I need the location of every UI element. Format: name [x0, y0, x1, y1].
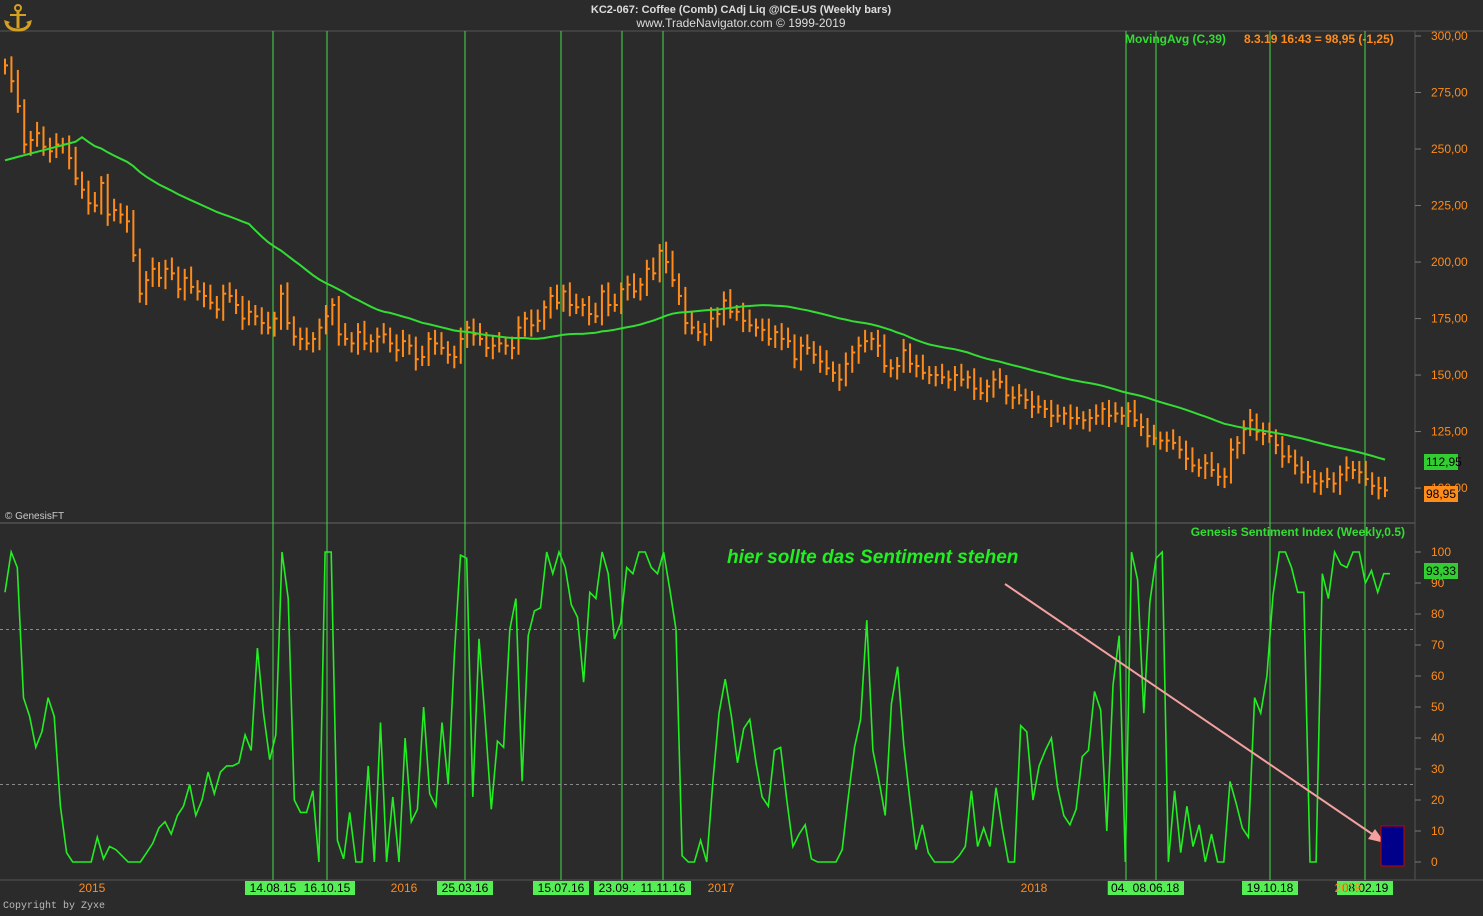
price-value-badge: 98,95: [1426, 487, 1456, 501]
signal-date-label: 16.10.15: [304, 881, 351, 895]
price-axis-label: 300,00: [1431, 29, 1468, 43]
sentiment-axis-label: 20: [1431, 793, 1445, 807]
signal-date-label: 11.11.16: [641, 881, 686, 895]
price-axis-label: 175,00: [1431, 312, 1468, 326]
sentiment-axis-label: 100: [1431, 545, 1451, 559]
signal-date-label: 19.10.18: [1247, 881, 1294, 895]
year-label: 2016: [391, 881, 418, 895]
annotation-text: hier sollte das Sentiment stehen: [727, 547, 1018, 568]
signal-date-label: 08.06.18: [1133, 881, 1180, 895]
year-label: 2015: [79, 881, 106, 895]
chart-background: [0, 0, 1483, 911]
sentiment-axis-label: 30: [1431, 762, 1445, 776]
copyright-text: Copyright by Zyxe: [3, 900, 105, 911]
signal-date-label: 15.07.16: [538, 881, 585, 895]
sentiment-axis-label: 80: [1431, 607, 1445, 621]
sentiment-axis-label: 70: [1431, 638, 1445, 652]
chart-title: KC2-067: Coffee (Comb) CAdj Liq @ICE-US …: [591, 4, 892, 16]
year-label: 2019: [1335, 881, 1362, 895]
price-axis-label: 275,00: [1431, 86, 1468, 100]
ma-value-badge: 112,95: [1426, 455, 1462, 469]
sentiment-axis-label: 60: [1431, 669, 1445, 683]
price-axis-label: 125,00: [1431, 425, 1468, 439]
signal-date-label: 14.08.15: [250, 881, 297, 895]
signal-date-label: 25.03.16: [442, 881, 489, 895]
price-axis-label: 200,00: [1431, 255, 1468, 269]
price-axis-label: 250,00: [1431, 142, 1468, 156]
ma-legend: MovingAvg (C,39): [1125, 32, 1226, 46]
price-axis-label: 150,00: [1431, 368, 1468, 382]
price-readout: 8.3.19 16:43 = 98,95 (-1,25): [1244, 32, 1394, 46]
highlight-marker: [1380, 825, 1405, 867]
year-label: 2017: [708, 881, 735, 895]
sentiment-axis-label: 0: [1431, 855, 1438, 869]
chart-subtitle: www.TradeNavigator.com © 1999-2019: [635, 16, 845, 30]
genesis-mark: © GenesisFT: [5, 511, 64, 522]
chart-window: KC2-067: Coffee (Comb) CAdj Liq @ICE-US …: [0, 0, 1483, 912]
sentiment-axis-label: 40: [1431, 731, 1445, 745]
year-label: 2018: [1021, 881, 1048, 895]
sentiment-value-badge: 93,33: [1426, 564, 1456, 578]
sentiment-axis-label: 10: [1431, 824, 1445, 838]
sentiment-legend: Genesis Sentiment Index (Weekly,0.5): [1191, 525, 1405, 539]
sentiment-axis-label: 50: [1431, 700, 1445, 714]
chart-svg: KC2-067: Coffee (Comb) CAdj Liq @ICE-US …: [0, 0, 1483, 912]
price-axis-label: 225,00: [1431, 199, 1468, 213]
